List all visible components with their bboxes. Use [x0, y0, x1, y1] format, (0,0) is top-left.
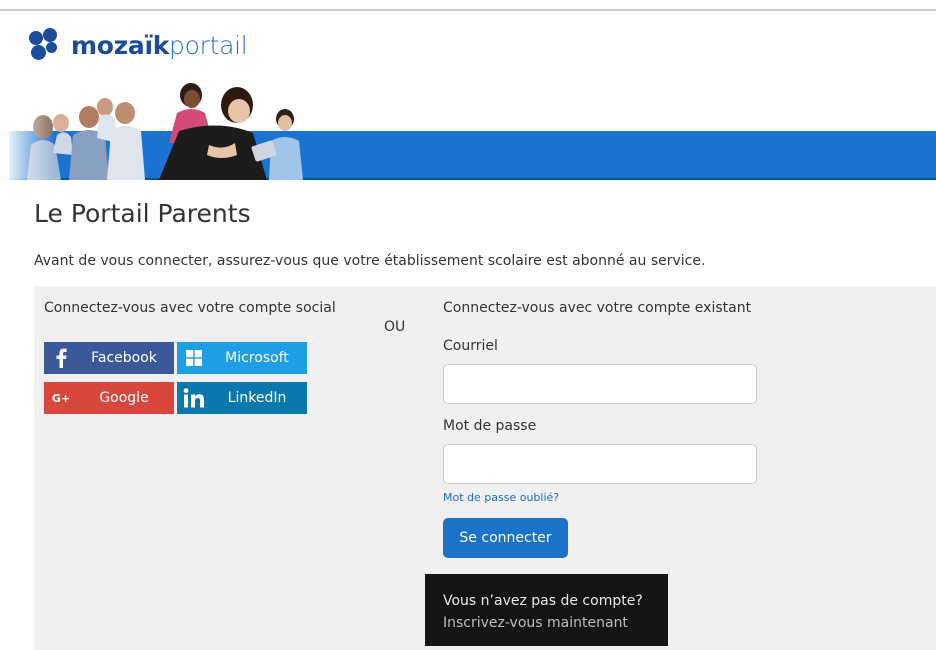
social-login-heading: Connectez-vous avec votre compte social — [44, 300, 336, 316]
no-account-question: Vous n’avez pas de compte? — [443, 593, 643, 609]
family-photo — [9, 83, 319, 180]
forgot-password-link[interactable]: Mot de passe oublié? — [443, 491, 559, 504]
logo-wordmark: mozaïkportail — [71, 31, 248, 60]
google-label: Google — [99, 390, 149, 406]
login-button[interactable]: Se connecter — [443, 518, 568, 558]
page-title: Le Portail Parents — [34, 199, 251, 228]
top-divider — [0, 9, 936, 11]
email-label: Courriel — [443, 338, 498, 354]
or-separator: OU — [384, 319, 406, 335]
mozaik-logo[interactable]: mozaïkportail — [29, 28, 248, 64]
password-field[interactable] — [443, 444, 757, 484]
email-field[interactable] — [443, 364, 757, 404]
facebook-icon — [44, 342, 78, 374]
microsoft-icon — [177, 342, 211, 374]
hero-banner — [9, 83, 936, 180]
facebook-login-button[interactable]: Facebook — [44, 342, 174, 374]
microsoft-login-button[interactable]: Microsoft — [177, 342, 307, 374]
signup-box: Vous n’avez pas de compte? Inscrivez-vou… — [425, 574, 668, 646]
login-panel: Connectez-vous avec votre compte social … — [34, 286, 936, 650]
password-label: Mot de passe — [443, 418, 537, 434]
linkedin-label: LinkedIn — [227, 390, 287, 406]
microsoft-label: Microsoft — [225, 350, 289, 366]
signup-link[interactable]: Inscrivez-vous maintenant — [443, 611, 668, 635]
linkedin-login-button[interactable]: LinkedIn — [177, 382, 307, 414]
google-plus-icon: G+ — [51, 391, 71, 405]
linkedin-icon — [177, 382, 211, 414]
existing-account-heading: Connectez-vous avec votre compte existan… — [443, 300, 752, 316]
facebook-label: Facebook — [91, 350, 157, 366]
google-login-button[interactable]: G+ Google — [44, 382, 174, 414]
page-subtitle: Avant de vous connecter, assurez-vous qu… — [34, 253, 706, 269]
logo-mark-icon — [29, 28, 65, 64]
